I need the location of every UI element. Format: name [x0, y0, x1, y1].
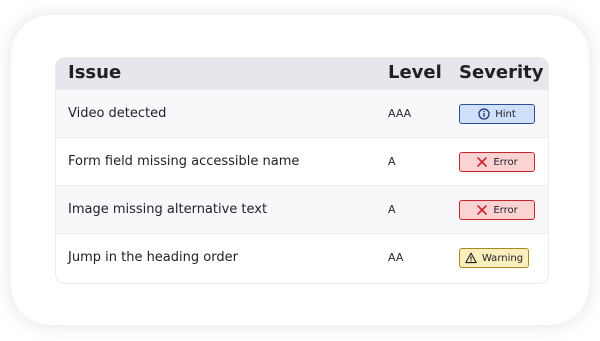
table-row[interactable]: Image missing alternative text A Error — [56, 185, 548, 233]
issue-level: A — [388, 155, 396, 168]
issue-level: AAA — [388, 107, 412, 120]
column-header-severity: Severity — [459, 62, 544, 83]
severity-badge: Error — [459, 200, 535, 220]
issue-level: A — [388, 203, 396, 216]
column-header-issue: Issue — [68, 62, 122, 83]
close-x-icon — [476, 156, 488, 168]
issue-name: Jump in the heading order — [68, 250, 238, 265]
issue-name: Video detected — [68, 106, 167, 121]
severity-label: Hint — [495, 108, 516, 120]
issue-name: Form field missing accessible name — [68, 154, 300, 169]
info-icon — [478, 108, 490, 120]
table-row[interactable]: Video detected AAA Hint — [56, 89, 548, 137]
severity-badge: Error — [459, 152, 535, 172]
table-row[interactable]: Form field missing accessible name A Err… — [56, 137, 548, 185]
issues-table: Issue Level Severity Video detected AAA … — [55, 57, 549, 284]
column-header-level: Level — [388, 62, 442, 83]
severity-badge: Warning — [459, 248, 529, 268]
severity-label: Error — [493, 204, 518, 216]
warning-triangle-icon — [465, 252, 477, 264]
severity-label: Warning — [481, 252, 524, 264]
table-header-row: Issue Level Severity — [56, 58, 548, 89]
severity-label: Error — [493, 156, 518, 168]
close-x-icon — [476, 204, 488, 216]
issue-name: Image missing alternative text — [68, 202, 268, 217]
severity-badge: Hint — [459, 104, 535, 124]
issue-level: AA — [388, 251, 404, 264]
table-row[interactable]: Jump in the heading order AA Warning — [56, 233, 548, 281]
